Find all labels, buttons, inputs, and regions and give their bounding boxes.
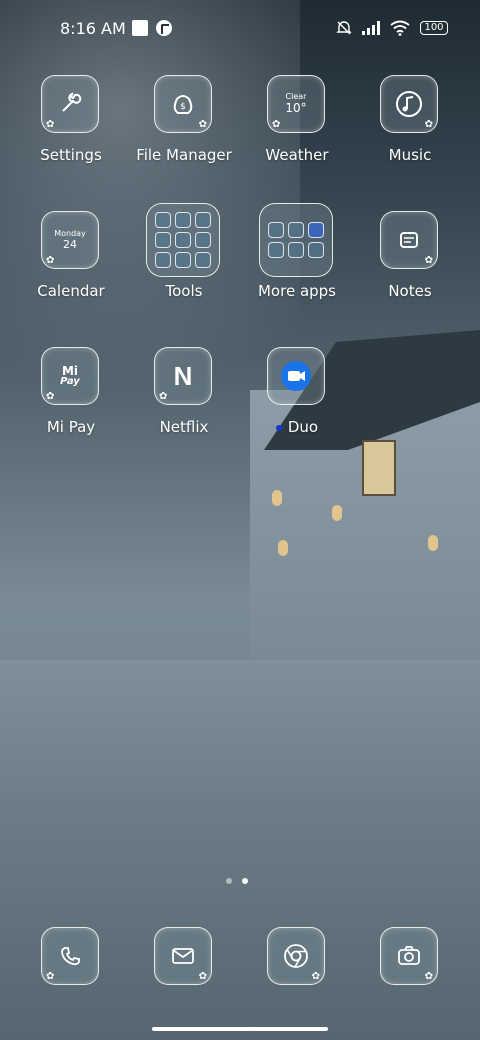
- mi-pay-glyph-bottom: Pay: [60, 376, 80, 387]
- tools-folder[interactable]: [146, 203, 220, 277]
- weather-temp: 10°: [285, 100, 307, 115]
- camera-icon: [398, 946, 420, 965]
- page-dot-active[interactable]: [242, 878, 248, 884]
- tools-label: Tools: [165, 282, 203, 300]
- flower-icon: ✿: [46, 971, 55, 982]
- wifi-icon: [390, 20, 410, 36]
- dock-messages-app[interactable]: ✿: [154, 927, 212, 985]
- flower-icon: ✿: [198, 971, 207, 982]
- calendar-icon: Monday 24: [54, 229, 86, 252]
- flower-icon: ✿: [424, 119, 433, 130]
- flower-icon: ✿: [424, 971, 433, 982]
- phone-icon: [61, 947, 80, 966]
- netflix-icon: N: [173, 360, 193, 391]
- battery-icon: 100: [420, 21, 448, 35]
- netflix-label: Netflix: [159, 418, 209, 436]
- mi-pay-icon: Mi Pay: [60, 365, 80, 387]
- signal-icon: [362, 21, 380, 35]
- folder-app-icon: [195, 212, 211, 228]
- folder-app-icon: [175, 232, 191, 248]
- video-camera-icon: [281, 361, 311, 391]
- folder-app-icon: [175, 212, 191, 228]
- chrome-icon: [284, 944, 308, 968]
- messages-icon: [172, 948, 194, 964]
- dock-phone-app[interactable]: ✿: [41, 927, 99, 985]
- flower-icon: ✿: [198, 119, 207, 130]
- folder-app-icon: [155, 252, 171, 268]
- music-label: Music: [388, 146, 432, 164]
- folder-app-icon: [308, 242, 324, 258]
- duo-label-row: Duo: [237, 418, 357, 436]
- wallpaper-lantern: [332, 505, 342, 521]
- calendar-app[interactable]: Monday 24 ✿: [41, 211, 99, 269]
- settings-app[interactable]: ✿: [41, 75, 99, 133]
- calendar-label: Calendar: [37, 282, 105, 300]
- more-apps-label: More apps: [257, 282, 336, 300]
- notes-icon: [400, 232, 418, 248]
- mi-pay-label: Mi Pay: [46, 418, 96, 436]
- folder-app-icon: [268, 242, 284, 258]
- folder-app-icon: [155, 232, 171, 248]
- wallpaper-lantern: [428, 535, 438, 551]
- duo-app[interactable]: [267, 347, 325, 405]
- weather-label: Weather: [265, 146, 329, 164]
- wrench-icon: [62, 92, 82, 112]
- more-apps-folder[interactable]: [259, 203, 333, 277]
- folder-app-icon: [268, 222, 284, 238]
- folder-app-icon: [195, 252, 211, 268]
- flower-icon: ✿: [46, 391, 55, 402]
- file-manager-label: File Manager: [136, 146, 232, 164]
- new-install-dot: [275, 424, 282, 431]
- flower-icon: ✿: [424, 255, 433, 266]
- music-app[interactable]: ✿: [380, 75, 438, 133]
- flower-icon: ✿: [311, 971, 320, 982]
- notes-label: Notes: [388, 282, 432, 300]
- flower-icon: ✿: [272, 119, 281, 130]
- folder-app-icon: [195, 232, 211, 248]
- folder-bag-icon: $: [173, 95, 193, 114]
- duo-label: Duo: [287, 418, 319, 436]
- music-note-icon: [396, 91, 422, 117]
- mute-icon: [336, 21, 352, 35]
- mi-pay-app[interactable]: Mi Pay ✿: [41, 347, 99, 405]
- r-app-icon: [155, 20, 172, 36]
- flower-icon: ✿: [46, 255, 55, 266]
- notification-square-icon: [131, 20, 148, 36]
- wallpaper-lantern: [278, 540, 288, 556]
- netflix-app[interactable]: N ✿: [154, 347, 212, 405]
- folder-app-icon: [175, 252, 191, 268]
- svg-text:$: $: [180, 102, 186, 112]
- settings-label: Settings: [40, 146, 102, 164]
- wallpaper-window: [362, 440, 396, 496]
- folder-app-icon: [288, 242, 304, 258]
- wallpaper-lantern: [272, 490, 282, 506]
- file-manager-app[interactable]: $ ✿: [154, 75, 212, 133]
- notes-app[interactable]: ✿: [380, 211, 438, 269]
- dock-camera-app[interactable]: ✿: [380, 927, 438, 985]
- status-time: 8:16 AM: [60, 18, 126, 38]
- page-indicator: [226, 878, 248, 884]
- folder-app-icon: [308, 222, 324, 238]
- gesture-navigation-bar[interactable]: [152, 1027, 328, 1031]
- folder-app-icon: [155, 212, 171, 228]
- flower-icon: ✿: [159, 391, 168, 402]
- folder-app-icon: [288, 222, 304, 238]
- calendar-day: Monday: [54, 228, 86, 238]
- weather-icon: Clear 10°: [285, 92, 307, 115]
- page-dot[interactable]: [226, 878, 232, 884]
- calendar-date: 24: [63, 238, 77, 252]
- flower-icon: ✿: [46, 119, 55, 130]
- weather-app[interactable]: Clear 10° ✿: [267, 75, 325, 133]
- status-bar: 8:16 AM 100: [0, 0, 480, 56]
- dock-chrome-app[interactable]: ✿: [267, 927, 325, 985]
